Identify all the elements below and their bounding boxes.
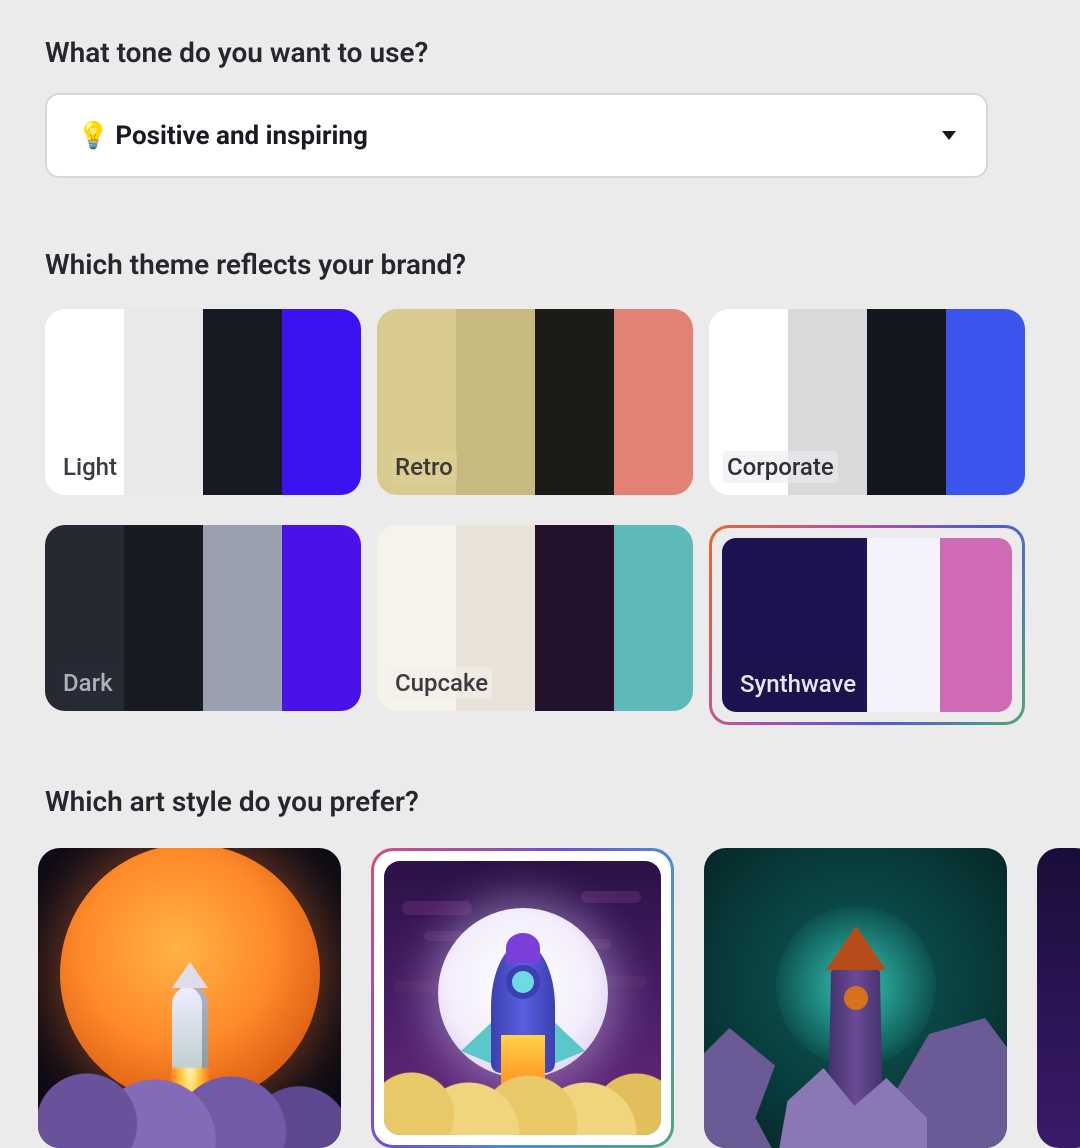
theme-grid: Light Retro Corporate Dark Cupcake Synthwave (45, 309, 1042, 725)
art-heading: Which art style do you prefer? (45, 785, 1042, 818)
theme-option-synthwave[interactable]: Synthwave (709, 525, 1025, 725)
color-swatch (614, 309, 693, 495)
color-swatch (203, 525, 282, 711)
color-swatch (124, 309, 203, 495)
color-swatch (124, 525, 203, 711)
art-style-lowpoly[interactable] (704, 848, 1007, 1148)
tone-heading: What tone do you want to use? (45, 36, 1042, 69)
art-style-realistic[interactable] (38, 848, 341, 1148)
color-swatch (867, 309, 946, 495)
art-style-flat[interactable] (371, 848, 674, 1148)
color-swatch (282, 525, 361, 711)
theme-label: Corporate (723, 451, 838, 483)
theme-heading: Which theme reflects your brand? (45, 248, 1042, 281)
art-style-more[interactable] (1037, 848, 1080, 1148)
color-swatch (203, 309, 282, 495)
theme-option-dark[interactable]: Dark (45, 525, 361, 711)
tone-selected-label: Positive and inspiring (115, 121, 367, 151)
color-swatch (282, 309, 361, 495)
theme-label: Dark (59, 667, 117, 699)
color-swatch (614, 525, 693, 711)
theme-option-retro[interactable]: Retro (377, 309, 693, 495)
color-swatch (535, 525, 614, 711)
theme-label: Light (59, 451, 121, 483)
tone-dropdown[interactable]: 💡 Positive and inspiring (45, 93, 988, 178)
art-style-row (38, 848, 1080, 1148)
lightbulb-icon: 💡 (77, 121, 109, 151)
color-swatch (456, 309, 535, 495)
color-swatch (946, 309, 1025, 495)
color-swatch (535, 309, 614, 495)
theme-option-cupcake[interactable]: Cupcake (377, 525, 693, 711)
theme-option-light[interactable]: Light (45, 309, 361, 495)
theme-label: Retro (391, 451, 457, 483)
theme-label: Synthwave (736, 668, 860, 700)
theme-option-corporate[interactable]: Corporate (709, 309, 1025, 495)
color-swatch (867, 538, 940, 712)
chevron-down-icon (942, 131, 956, 140)
theme-label: Cupcake (391, 667, 492, 699)
color-swatch (940, 538, 1013, 712)
